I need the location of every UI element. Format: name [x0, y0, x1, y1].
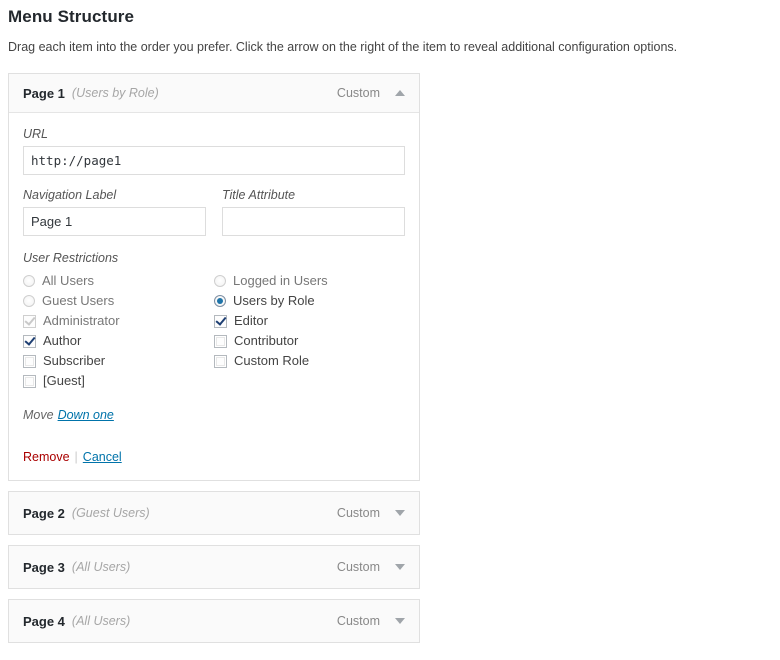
title-attribute-group: Title Attribute — [222, 188, 405, 236]
menu-item-title: Page 4 — [23, 613, 65, 629]
option-label: Custom Role — [234, 353, 310, 368]
label-fields-row: Navigation Label Title Attribute — [23, 188, 405, 236]
move-down-one-link[interactable]: Down one — [58, 408, 114, 422]
menu-item-title: Page 1 — [23, 85, 65, 101]
option-label: Users by Role — [233, 293, 315, 308]
url-input[interactable] — [23, 146, 405, 175]
title-attribute-input[interactable] — [222, 207, 405, 236]
menu-item-page-1[interactable]: Page 1 (Users by Role) Custom URL Naviga… — [8, 73, 420, 481]
action-separator: | — [74, 450, 78, 464]
menu-item-page-3[interactable]: Page 3 (All Users) Custom — [8, 545, 420, 589]
menu-structure-page: Menu Structure Drag each item into the o… — [0, 6, 780, 643]
chevron-down-icon[interactable] — [393, 506, 407, 520]
menu-item-type: Custom — [336, 506, 380, 520]
menu-item-subtitle: (Users by Role) — [71, 86, 159, 100]
option-label: Editor — [234, 313, 268, 328]
checkbox-icon[interactable] — [214, 314, 227, 328]
option-label: Contributor — [234, 333, 299, 348]
option-author[interactable]: Author — [23, 331, 214, 351]
option-label: Logged in Users — [233, 273, 328, 288]
radio-icon[interactable] — [23, 295, 35, 307]
move-row: Move Down one — [23, 408, 405, 422]
option-label: Author — [43, 333, 82, 348]
radio-icon[interactable] — [23, 275, 35, 287]
cancel-link[interactable]: Cancel — [83, 450, 122, 464]
option-label: Guest Users — [42, 293, 115, 308]
page-title: Menu Structure — [8, 7, 135, 26]
menu-item-subtitle: (Guest Users) — [71, 506, 150, 520]
option-users-by-role[interactable]: Users by Role — [214, 291, 405, 311]
menu-item-subtitle: (All Users) — [71, 614, 131, 628]
menu-item-title: Page 3 — [23, 559, 65, 575]
url-field-group: URL — [23, 127, 405, 175]
user-restrictions-options: All Users Guest Users Administrator Auth… — [23, 271, 405, 391]
url-label: URL — [23, 127, 49, 141]
option-label: All Users — [42, 273, 95, 288]
menu-item-title: Page 2 — [23, 505, 65, 521]
checkbox-icon[interactable] — [23, 354, 36, 368]
move-label: Move — [23, 408, 54, 422]
menu-item-type: Custom — [336, 86, 380, 100]
chevron-down-icon[interactable] — [393, 614, 407, 628]
menu-item-header[interactable]: Page 3 (All Users) Custom — [9, 546, 419, 588]
option-custom-role[interactable]: Custom Role — [214, 351, 405, 371]
option-guest-users[interactable]: Guest Users — [23, 291, 214, 311]
option-label: Subscriber — [43, 353, 106, 368]
checkbox-icon[interactable] — [214, 334, 227, 348]
menu-item-header[interactable]: Page 4 (All Users) Custom — [9, 600, 419, 642]
option-guest[interactable]: [Guest] — [23, 371, 214, 391]
menu-item-type: Custom — [336, 560, 380, 574]
navigation-label-input[interactable] — [23, 207, 206, 236]
checkbox-icon[interactable] — [214, 354, 227, 368]
title-attribute-label: Title Attribute — [222, 188, 296, 202]
restrictions-column-right: Logged in Users Users by Role Editor Con… — [214, 271, 405, 391]
menu-item-header[interactable]: Page 1 (Users by Role) Custom — [9, 74, 419, 113]
navigation-label-group: Navigation Label — [23, 188, 206, 236]
radio-icon[interactable] — [214, 275, 226, 287]
action-row: Remove | Cancel — [23, 450, 405, 464]
option-label: Administrator — [43, 313, 120, 328]
navigation-label-label: Navigation Label — [23, 188, 117, 202]
menu-item-subtitle: (All Users) — [71, 560, 131, 574]
option-label: [Guest] — [43, 373, 85, 388]
checkbox-icon[interactable] — [23, 314, 36, 328]
chevron-up-icon[interactable] — [393, 86, 407, 100]
menu-item-page-4[interactable]: Page 4 (All Users) Custom — [8, 599, 420, 643]
checkbox-icon[interactable] — [23, 374, 36, 388]
remove-link[interactable]: Remove — [23, 450, 70, 464]
option-editor[interactable]: Editor — [214, 311, 405, 331]
option-contributor[interactable]: Contributor — [214, 331, 405, 351]
menu-item-type: Custom — [336, 614, 380, 628]
chevron-down-icon[interactable] — [393, 560, 407, 574]
page-description: Drag each item into the order you prefer… — [8, 40, 678, 54]
menu-item-header[interactable]: Page 2 (Guest Users) Custom — [9, 492, 419, 534]
menu-item-page-2[interactable]: Page 2 (Guest Users) Custom — [8, 491, 420, 535]
option-administrator[interactable]: Administrator — [23, 311, 214, 331]
option-logged-in-users[interactable]: Logged in Users — [214, 271, 405, 291]
checkbox-icon[interactable] — [23, 334, 36, 348]
option-all-users[interactable]: All Users — [23, 271, 214, 291]
radio-selected-icon[interactable] — [214, 295, 226, 307]
user-restrictions-label: User Restrictions — [23, 251, 119, 265]
restrictions-column-left: All Users Guest Users Administrator Auth… — [23, 271, 214, 391]
menu-item-body: URL Navigation Label Title Attribute Use… — [9, 113, 419, 480]
option-subscriber[interactable]: Subscriber — [23, 351, 214, 371]
menu-items-list: Page 1 (Users by Role) Custom URL Naviga… — [8, 73, 420, 643]
